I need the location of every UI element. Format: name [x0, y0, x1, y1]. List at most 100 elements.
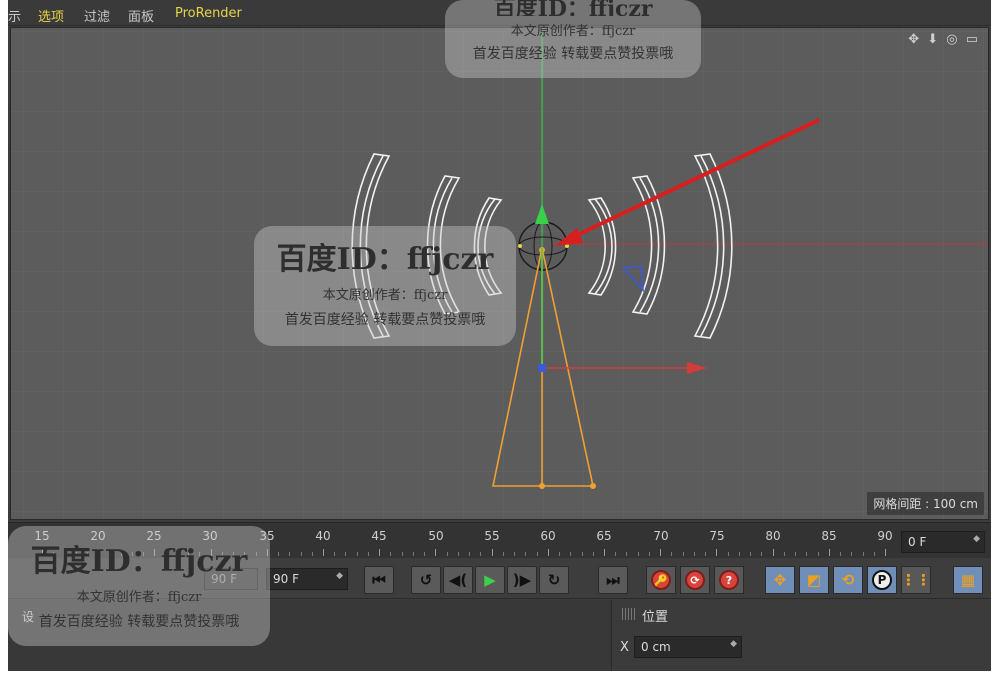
watermark-line2: 首发百度经验 转载要点赞投票哦 [284, 312, 486, 328]
timeline-tick [682, 552, 684, 556]
menu-item-prorender[interactable]: ProRender [175, 6, 242, 21]
timeline-tick [356, 552, 358, 556]
timeline-tick [604, 549, 605, 556]
timeline-tick [289, 552, 291, 556]
timeline-tick [637, 552, 639, 556]
timeline-tick [424, 552, 426, 556]
tick-label: 40 [315, 529, 331, 543]
timeline-tick [502, 552, 504, 556]
timeline-tick [885, 549, 886, 556]
watermark: 百度ID：ffjczr 本文原创作者：ffjczr 首发百度经验 转载要点赞投票… [254, 226, 516, 346]
autokey-button[interactable]: ⟳ [680, 566, 710, 594]
record-keys-button[interactable]: 🔑 [646, 566, 676, 594]
timeline-tick [671, 552, 673, 556]
tick-label: 90 [877, 529, 893, 543]
timeline-tick [693, 552, 695, 556]
current-frame-field[interactable]: 0 F ◆ [901, 531, 985, 553]
record-parameter-button[interactable]: P [867, 566, 897, 594]
tick-label: 60 [540, 529, 556, 543]
film-icon: ▦ [960, 571, 976, 589]
timeline-tick [761, 552, 763, 556]
play-button[interactable]: ▶ [475, 566, 505, 594]
tick-label: 45 [371, 529, 387, 543]
timeline-tick [345, 552, 347, 556]
record-position-button[interactable]: ✥ [765, 566, 795, 594]
timeline-tick [862, 552, 864, 556]
timeline-tick [705, 552, 707, 556]
next-frame-button[interactable]: )▶ [507, 566, 537, 594]
timeline-tick [379, 549, 381, 556]
menu-item-panel[interactable]: 面板 [128, 6, 154, 25]
position-x-field[interactable]: 0 cm ◆ [634, 636, 742, 658]
tick-label: 75 [709, 529, 725, 543]
next-frame-icon: )▶ [512, 571, 532, 589]
timeline-tick [457, 552, 459, 556]
timeline-tick [615, 552, 617, 556]
x-label: X [620, 640, 629, 655]
max-frame-field[interactable]: 90 F ◆ [266, 568, 348, 590]
tick-label: 50 [428, 529, 444, 543]
timeline-tick [570, 552, 572, 556]
watermark-line1: 本文原创作者：ffjczr [322, 288, 448, 303]
watermark-title: 百度ID：ffjczr [493, 0, 653, 16]
spinner-icon[interactable]: ◆ [973, 534, 980, 544]
prev-frame-icon: ◀( [448, 571, 468, 589]
timeline-tick [323, 549, 324, 556]
watermark: 百度ID：ffjczr 本文原创作者：ffjczr 首发百度经验 转载要点赞投票… [445, 0, 701, 78]
timeline-tick [536, 552, 538, 556]
prev-key-icon: ↺ [419, 571, 433, 589]
record-key-icon: 🔑 [651, 570, 671, 590]
play-icon: ▶ [484, 571, 496, 589]
timeline-tick [592, 552, 594, 556]
object-pivot [538, 364, 546, 372]
tick-label: 80 [765, 529, 781, 543]
timeline-tick [412, 552, 414, 556]
grid-spacing-label: 网格间距 : 100 cm [867, 492, 984, 515]
next-key-icon: ↻ [547, 571, 561, 589]
record-rotation-button[interactable]: ⟲ [833, 566, 863, 594]
timeline-tick [727, 552, 729, 556]
menu-item-display[interactable]: 示 [8, 6, 21, 25]
point-level-button[interactable]: ⋮⋮ [901, 566, 931, 594]
timeline-tick [660, 549, 662, 556]
viewport-nav-icons[interactable]: ✥ ⬇ ◎ ▭ [908, 32, 980, 47]
timeline-tick [469, 552, 471, 556]
timeline-tick [300, 552, 302, 556]
next-key-button[interactable]: ↻ [539, 566, 569, 594]
record-scale-button[interactable]: ◩ [799, 566, 829, 594]
timeline-tick [716, 549, 718, 556]
goto-end-button[interactable]: ⏭ [598, 566, 628, 594]
prev-key-button[interactable]: ↺ [411, 566, 441, 594]
timeline-tick [581, 552, 583, 556]
timeline-tick [401, 552, 403, 556]
tick-label: 55 [484, 529, 500, 543]
autokey-icon: ⟳ [685, 570, 705, 590]
goto-start-button[interactable]: ⏮ [364, 566, 394, 594]
spinner-icon[interactable]: ◆ [730, 639, 737, 649]
timeline-window-button[interactable]: ▦ [953, 566, 983, 594]
menu-item-filter[interactable]: 过滤 [84, 6, 110, 25]
position-x-value: 0 cm [641, 640, 671, 654]
timeline-tick [547, 549, 549, 556]
tick-label: 85 [821, 529, 837, 543]
timeline-tick [311, 552, 313, 556]
keyframe-help-button[interactable]: ? [714, 566, 744, 594]
panel-grip-icon[interactable] [622, 608, 636, 620]
timeline-tick [828, 549, 830, 556]
timeline-tick [738, 552, 740, 556]
menu-item-options[interactable]: 选项 [38, 6, 64, 25]
watermark-line1: 本文原创作者：ffjczr [76, 590, 202, 605]
question-icon: ? [719, 570, 739, 590]
timeline-tick [851, 552, 853, 556]
coordinates-panel: 位置 X 0 cm ◆ [611, 600, 991, 671]
rotate-icon: ⟲ [841, 571, 855, 589]
tick-label: 65 [596, 529, 612, 543]
timeline-tick [750, 552, 752, 556]
prev-frame-button[interactable]: ◀( [443, 566, 473, 594]
timeline-tick [435, 549, 437, 556]
watermark: 百度ID：ffjczr 本文原创作者：ffjczr 首发百度经验 转载要点赞投票… [8, 526, 270, 646]
timeline-tick [367, 552, 369, 556]
timeline-tick [390, 552, 392, 556]
spinner-icon[interactable]: ◆ [336, 571, 343, 581]
tick-label: 70 [653, 529, 669, 543]
